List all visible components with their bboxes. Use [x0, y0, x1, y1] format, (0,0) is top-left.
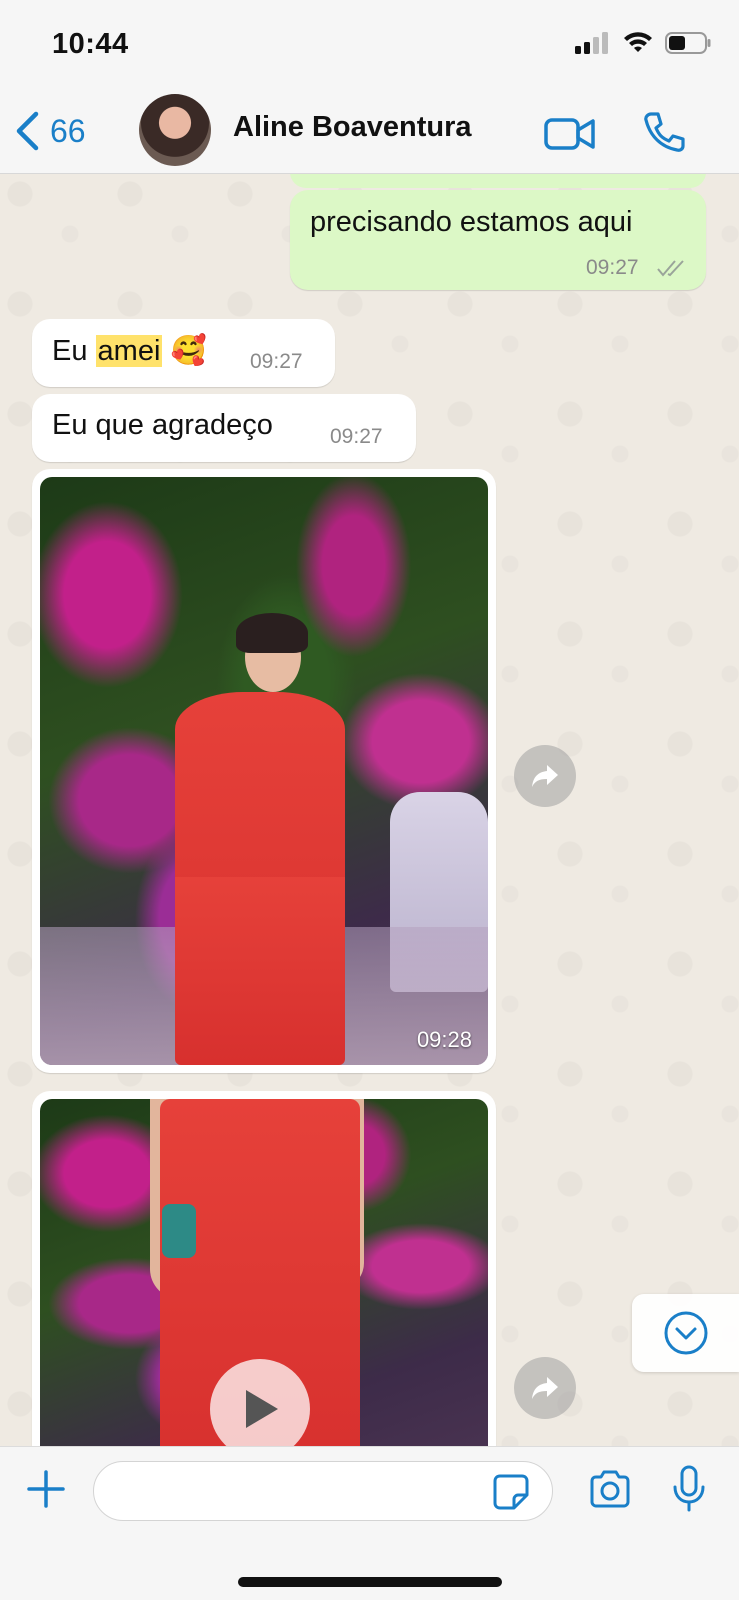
message-text: precisando estamos aqui [310, 206, 633, 238]
message-input[interactable] [93, 1461, 553, 1521]
previous-message-bubble [290, 174, 706, 188]
message-bubble-incoming[interactable]: Eu que agradeço 09:27 [32, 394, 416, 462]
video-clutch [162, 1204, 196, 1258]
emoji: 🥰 [170, 335, 207, 367]
message-text-plain: Eu [52, 335, 96, 367]
chevron-left-icon [16, 111, 39, 151]
photo[interactable]: 09:28 [40, 477, 488, 1065]
chat-area[interactable]: precisando estamos aqui 09:27 Eu amei 🥰 … [0, 174, 739, 1446]
message-text: Eu que agradeço [52, 409, 273, 441]
photo-message[interactable]: 09:28 [32, 469, 496, 1073]
message-time: 09:27 [250, 350, 303, 373]
photo-time: 09:28 [416, 1027, 472, 1052]
forward-button[interactable] [514, 1357, 576, 1419]
message-bubble-incoming[interactable]: Eu amei 🥰 09:27 [32, 319, 335, 387]
photo-hair [236, 613, 308, 653]
battery-icon [665, 32, 711, 54]
search-highlight: amei [95, 335, 163, 367]
double-check-icon [657, 260, 684, 277]
sticker-icon[interactable] [492, 1473, 530, 1511]
phone-icon[interactable] [642, 110, 686, 154]
photo-dress-hem [175, 877, 345, 1065]
status-bar: 10:44 [0, 0, 739, 92]
home-indicator[interactable] [238, 1577, 502, 1587]
forward-icon [532, 1377, 558, 1399]
signal-icon [575, 32, 608, 54]
back-button[interactable]: 66 [14, 106, 86, 156]
composer-bar [0, 1446, 739, 1600]
message-text: Eu amei 🥰 [52, 334, 207, 368]
play-icon [246, 1390, 278, 1428]
status-icons [575, 32, 711, 54]
message-bubble-outgoing[interactable]: precisando estamos aqui 09:27 [290, 190, 706, 290]
avatar[interactable] [139, 94, 211, 166]
microphone-icon[interactable] [671, 1465, 707, 1513]
unread-count: 66 [50, 112, 86, 149]
video-camera-icon[interactable] [544, 116, 596, 152]
forward-button[interactable] [514, 745, 576, 807]
chat-header: 66 Aline Boaventura [0, 92, 739, 174]
forward-icon [532, 765, 558, 787]
plus-icon[interactable] [26, 1469, 66, 1509]
message-time: 09:27 [330, 425, 383, 448]
status-time: 10:44 [52, 28, 129, 60]
message-time: 09:27 [586, 256, 639, 279]
chevron-down-circle-icon [664, 1311, 707, 1355]
wifi-icon [624, 32, 652, 52]
scroll-to-bottom-button[interactable] [632, 1294, 739, 1372]
contact-name[interactable]: Aline Boaventura [233, 111, 472, 144]
video-message[interactable] [32, 1091, 496, 1446]
camera-icon[interactable] [588, 1469, 632, 1509]
